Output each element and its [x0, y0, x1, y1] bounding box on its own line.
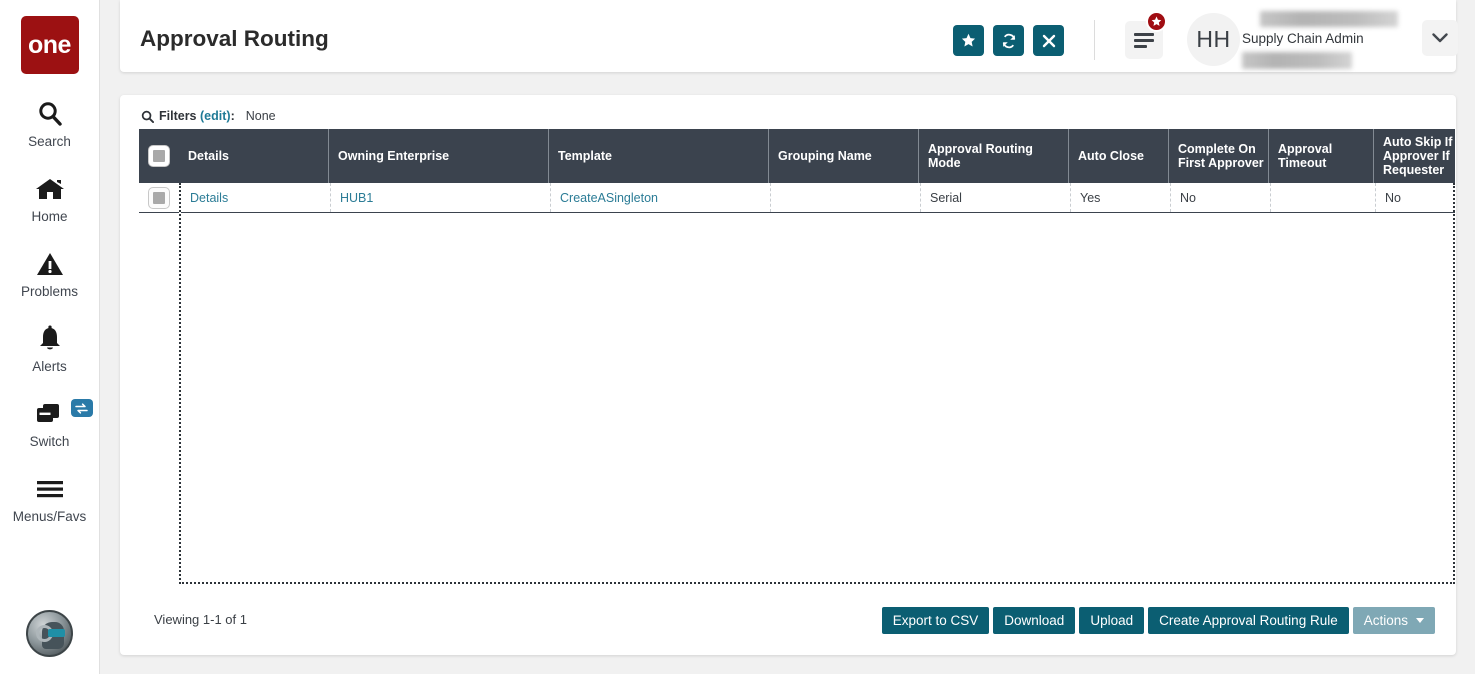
sidebar-item-label: Search [28, 134, 71, 149]
user-org-redacted [1242, 52, 1352, 69]
favorite-button[interactable] [953, 25, 984, 56]
user-menu-dropdown-button[interactable] [1422, 20, 1458, 56]
column-header-label: Auto Skip If Approver If Requester [1383, 135, 1453, 177]
left-sidebar: one Search Home Problems Alerts Switch M… [0, 0, 100, 674]
table-row[interactable]: Details HUB1 CreateASingleton Serial Yes [181, 183, 1455, 213]
cell-approval-routing-mode: Serial [921, 183, 1071, 212]
hamburger-icon [35, 472, 65, 506]
sidebar-item-home[interactable]: Home [0, 172, 100, 224]
actions-dropdown-button[interactable]: Actions [1352, 607, 1435, 634]
column-header-approval-timeout[interactable]: Approval Timeout [1269, 129, 1374, 183]
filter-bar: Filters (edit) : None [141, 109, 276, 123]
filters-colon: : [230, 109, 235, 123]
refresh-button[interactable] [993, 25, 1024, 56]
user-info-block: Supply Chain Admin [1242, 11, 1427, 69]
search-icon [36, 97, 64, 131]
column-header-label: Approval Timeout [1278, 142, 1333, 170]
close-button[interactable] [1033, 25, 1064, 56]
select-all-checkbox[interactable] [148, 145, 170, 167]
column-header-complete-on-first-approver[interactable]: Complete On First Approver [1169, 129, 1269, 183]
sidebar-item-search[interactable]: Search [0, 97, 100, 149]
column-header-auto-skip-if-approver-is-requester[interactable]: Auto Skip If Approver If Requester [1374, 129, 1455, 183]
sidebar-item-menus-favs[interactable]: Menus/Favs [0, 472, 100, 524]
row-checkbox[interactable] [148, 186, 170, 209]
avatar-visor-shape [48, 629, 65, 637]
cell-auto-skip-if-approver-is-requester: No [1385, 190, 1401, 205]
avatar[interactable]: HH [1187, 13, 1240, 66]
export-to-csv-button[interactable]: Export to CSV [881, 607, 990, 634]
star-notification-badge [1146, 11, 1167, 32]
column-header-details[interactable]: Details [179, 129, 329, 183]
sidebar-item-label: Switch [29, 434, 70, 449]
swap-arrows-icon [70, 399, 93, 417]
star-icon [961, 33, 976, 47]
cell-owning-enterprise[interactable]: HUB1 [331, 183, 551, 212]
avatar-initials: HH [1196, 26, 1231, 52]
content-panel: Filters (edit) : None Details Owning Ent… [120, 95, 1456, 655]
column-header-label: Template [558, 149, 612, 163]
select-all-cell [139, 129, 179, 183]
cell-auto-close: Yes [1071, 183, 1171, 212]
sidebar-item-label: Problems [20, 284, 79, 299]
bell-icon [37, 322, 63, 356]
user-profile-avatar-icon[interactable] [26, 610, 73, 657]
close-x-icon [1042, 34, 1055, 47]
sidebar-item-switch[interactable]: Switch [0, 397, 100, 449]
download-button[interactable]: Download [993, 607, 1076, 634]
caret-down-icon [1416, 618, 1424, 623]
create-approval-routing-rule-button[interactable]: Create Approval Routing Rule [1148, 607, 1349, 634]
logo-text: one [28, 30, 71, 59]
column-header-label: Details [188, 149, 229, 163]
column-header-label: Approval Routing Mode [928, 142, 1033, 170]
user-role-label: Supply Chain Admin [1242, 31, 1364, 46]
filters-value: None [245, 109, 276, 123]
chevron-down-icon [1432, 33, 1448, 43]
switch-cards-icon [33, 397, 93, 431]
refresh-icon [1002, 33, 1015, 48]
app-logo[interactable]: one [20, 16, 79, 74]
upload-button[interactable]: Upload [1079, 607, 1145, 634]
data-grid: Details Owning Enterprise Template Group… [139, 129, 1455, 584]
hamburger-bars [1134, 33, 1154, 51]
column-header-label: Grouping Name [778, 149, 872, 163]
sidebar-item-problems[interactable]: Problems [0, 247, 100, 299]
column-header-label: Complete On First Approver [1178, 142, 1264, 170]
sidebar-item-alerts[interactable]: Alerts [0, 322, 100, 374]
record-count-label: Viewing 1-1 of 1 [154, 612, 247, 627]
grid-body: Details HUB1 CreateASingleton Serial Yes [179, 183, 1455, 584]
page-title: Approval Routing [140, 26, 329, 51]
cell-template[interactable]: CreateASingleton [551, 183, 771, 212]
cell-details[interactable]: Details [181, 183, 331, 212]
star-icon [1151, 16, 1162, 26]
cell-approval-timeout [1271, 183, 1376, 212]
filters-edit-link[interactable]: (edit) [200, 109, 231, 123]
header-divider [1094, 20, 1095, 60]
footer-actions: Export to CSV Download Upload Create App… [881, 607, 1435, 634]
actions-label: Actions [1363, 613, 1408, 628]
column-header-template[interactable]: Template [549, 129, 769, 183]
warning-triangle-icon [36, 247, 64, 281]
home-icon [35, 172, 65, 206]
grid-gutter-filler [139, 213, 179, 584]
sidebar-item-label: Home [31, 209, 68, 224]
page-header: Approval Routing HH Supply Chain Admin [120, 0, 1458, 72]
column-header-auto-close[interactable]: Auto Close [1069, 129, 1169, 183]
sidebar-item-label: Menus/Favs [12, 509, 87, 524]
sidebar-item-label: Alerts [32, 359, 67, 374]
column-header-label: Owning Enterprise [338, 149, 450, 163]
filters-label: Filters [159, 109, 197, 123]
row-select-cell [139, 183, 179, 213]
column-header-label: Auto Close [1078, 149, 1144, 163]
column-header-approval-routing-mode[interactable]: Approval Routing Mode [919, 129, 1069, 183]
cell-complete-on-first-approver: No [1171, 183, 1271, 212]
search-icon [141, 110, 154, 123]
column-header-grouping-name[interactable]: Grouping Name [769, 129, 919, 183]
column-header-owning-enterprise[interactable]: Owning Enterprise [329, 129, 549, 183]
cell-grouping-name [771, 183, 921, 212]
grid-header-row: Details Owning Enterprise Template Group… [139, 129, 1455, 183]
user-name-redacted [1260, 11, 1398, 27]
